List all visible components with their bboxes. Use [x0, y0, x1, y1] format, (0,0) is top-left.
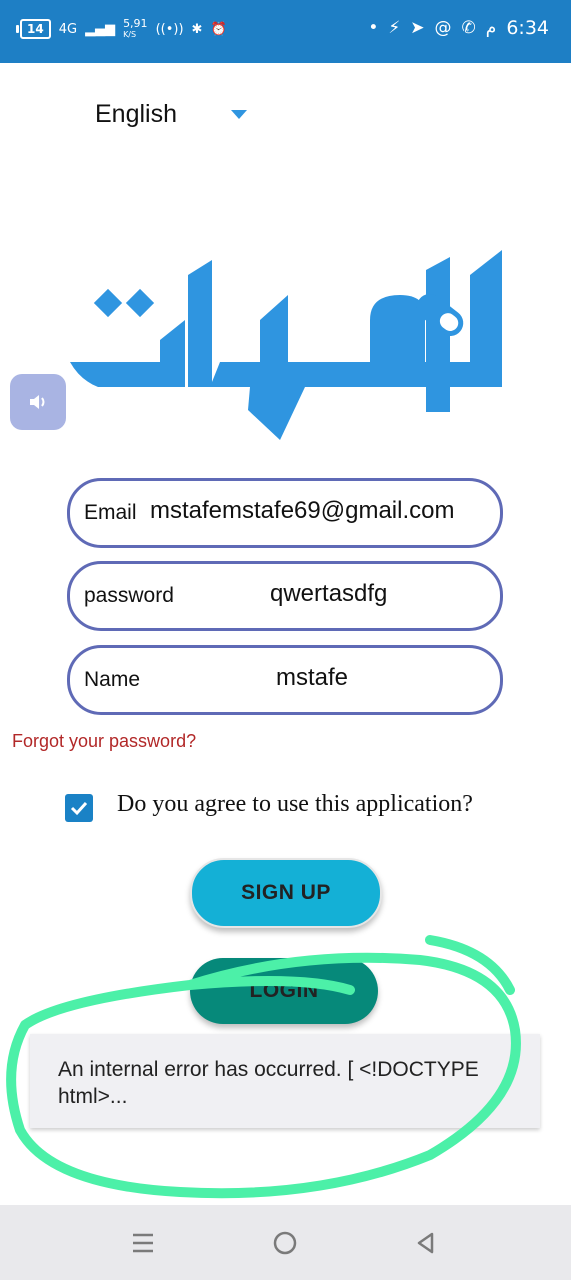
password-label: password — [84, 584, 174, 607]
password-field[interactable]: password qwertasdfg — [67, 561, 503, 631]
menu-icon[interactable] — [125, 1227, 161, 1259]
accessibility-speaker-button[interactable] — [10, 374, 66, 430]
speaker-icon — [30, 395, 45, 409]
language-select[interactable]: English — [95, 100, 177, 129]
speed-value: 5,91 — [123, 17, 148, 30]
hotspot-icon: ((•)) — [155, 21, 184, 37]
name-input[interactable]: mstafe — [276, 664, 348, 692]
whatsapp-icon: ✆ — [461, 18, 476, 38]
clock: 6:34 — [506, 17, 549, 39]
forgot-password-link[interactable]: Forgot your password? — [12, 731, 196, 752]
chevron-down-icon[interactable] — [231, 110, 247, 119]
email-label: Email — [84, 501, 137, 524]
login-button[interactable]: LOGIN — [190, 958, 378, 1024]
home-icon[interactable] — [267, 1227, 303, 1259]
app-icon: ➤ — [410, 18, 425, 38]
navigation-bar — [0, 1205, 571, 1280]
status-right: • ⚡ ➤ @ ✆ م 6:34 — [368, 17, 549, 39]
alarm-icon: ⏰ — [210, 21, 227, 37]
agreement-text: Do you agree to use this application? — [117, 791, 473, 817]
password-input[interactable]: qwertasdfg — [270, 580, 387, 608]
email-field[interactable]: Email mstafemstafe69@gmail.com — [67, 478, 503, 548]
status-left: 14 4G ▂▄▆ 5,91 K/S ((•)) ✱ ⏰ — [16, 18, 227, 40]
network-label: 4G — [58, 21, 78, 37]
email-input[interactable]: mstafemstafe69@gmail.com — [150, 497, 454, 525]
notification-dot-icon: • — [368, 18, 379, 38]
signal-icon: ▂▄▆ — [85, 21, 116, 37]
bluetooth-icon: ✱ — [191, 21, 203, 37]
battery-icon: 14 — [16, 19, 51, 39]
check-icon — [70, 801, 88, 816]
error-toast: An internal error has occurred. [ <!DOCT… — [30, 1034, 540, 1128]
name-label: Name — [84, 668, 141, 691]
threads-icon: @ — [434, 18, 452, 38]
name-field[interactable]: Name mstafe — [67, 645, 503, 715]
status-bar: 14 4G ▂▄▆ 5,91 K/S ((•)) ✱ ⏰ • ⚡ ➤ @ ✆ م… — [0, 0, 571, 63]
speed-indicator: 5,91 K/S — [123, 18, 148, 40]
back-icon[interactable] — [408, 1227, 444, 1259]
signup-button[interactable]: SIGN UP — [190, 858, 382, 928]
app-logo — [70, 250, 502, 440]
activity-icon: ⚡ — [388, 18, 401, 38]
speed-unit: K/S — [123, 30, 137, 39]
ampm-label: م — [485, 18, 497, 38]
toast-message: An internal error has occurred. [ <!DOCT… — [58, 1058, 479, 1108]
agree-checkbox[interactable] — [65, 794, 93, 822]
